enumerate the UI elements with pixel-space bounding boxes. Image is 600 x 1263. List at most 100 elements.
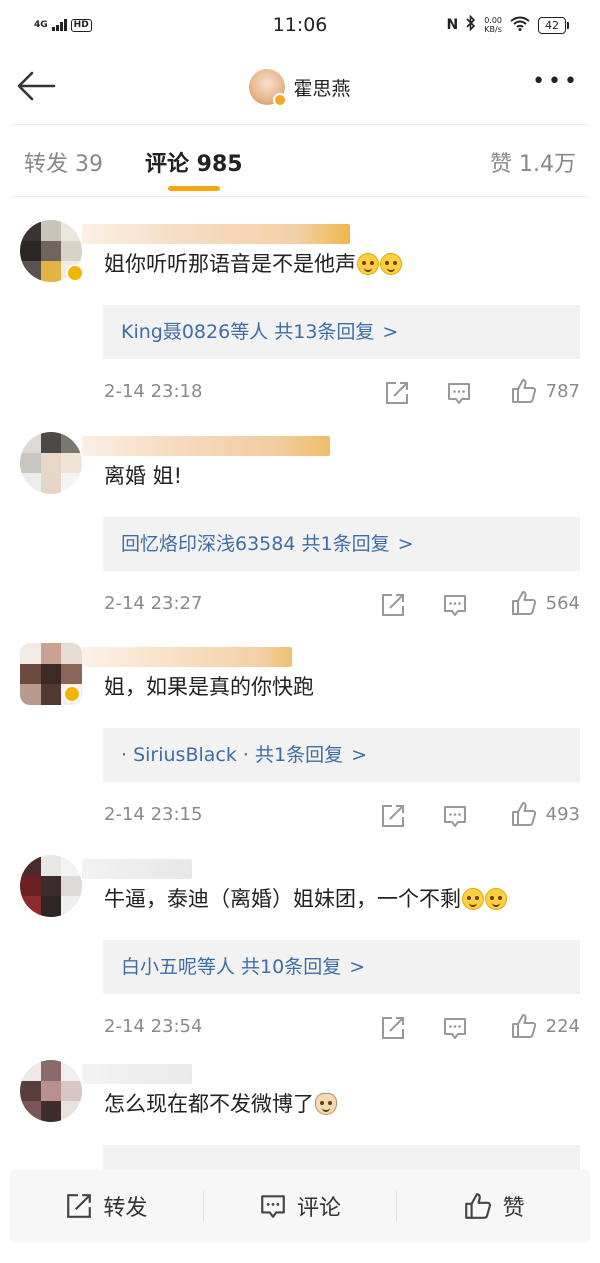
avatar[interactable] (20, 1060, 82, 1122)
reply-summary-text: King聂0826等人 共13条回复 (121, 321, 375, 343)
like-count: 493 (545, 803, 580, 825)
like-button[interactable]: 564 (510, 589, 580, 617)
reply-summary-text: 白小五呢等人 共10条回复 (121, 956, 342, 978)
like-button[interactable]: 787 (510, 377, 580, 405)
username-blurred[interactable] (82, 224, 350, 244)
avatar[interactable] (20, 855, 82, 917)
header-user[interactable]: 霍思燕 (249, 69, 351, 107)
repost-icon[interactable] (384, 380, 410, 406)
wifi-icon (510, 16, 530, 35)
bluetooth-icon (466, 14, 476, 35)
thumbs-up-icon (511, 379, 536, 403)
more-options-button[interactable]: ••• (532, 71, 580, 93)
repost-icon[interactable] (380, 592, 406, 618)
like-button[interactable]: 224 (510, 1012, 580, 1040)
page-header: 霍思燕 ••• (0, 50, 600, 124)
comment-time: 2-14 23:54 (104, 1016, 203, 1037)
repost-icon[interactable] (380, 803, 406, 829)
repost-icon (67, 1194, 92, 1218)
verified-badge-icon (273, 93, 288, 107)
comment-button[interactable]: 评论 (204, 1190, 397, 1222)
like-count: 224 (545, 1015, 580, 1037)
dizzy-face-emoji (357, 253, 379, 275)
header-title: 霍思燕 (293, 77, 351, 100)
like-label: 赞 (502, 1196, 525, 1221)
status-right: N 0.00 KB/s 42 (366, 14, 569, 35)
chevron-right-icon: > (382, 321, 399, 343)
signal-icon (51, 19, 67, 31)
chevron-right-icon: > (349, 956, 366, 978)
repost-label: 转发 (103, 1196, 148, 1221)
battery-indicator: 42 (538, 16, 569, 34)
verified-badge-icon (63, 685, 81, 703)
header-avatar[interactable] (249, 69, 288, 107)
active-tab-indicator (168, 186, 220, 191)
like-post-button[interactable]: 赞 (397, 1190, 590, 1222)
reply-summary[interactable]: 回忆烙印深浅63584 共1条回复 > (103, 517, 580, 571)
comment-icon[interactable] (442, 592, 468, 618)
header-divider (12, 124, 588, 125)
thumbs-up-icon (511, 1014, 536, 1038)
comment-body: 姐你听听那语音是不是他声 (104, 252, 356, 276)
comment-meta: 2-14 23:18 787 (104, 375, 580, 411)
cat-face-emoji (315, 1093, 337, 1115)
comment-meta: 2-14 23:27 564 (104, 587, 580, 623)
avatar-image (20, 855, 82, 917)
network-speed: 0.00 KB/s (484, 16, 502, 34)
avatar[interactable] (20, 432, 82, 494)
status-left: 4G HD (34, 18, 234, 32)
dizzy-face-emoji (380, 253, 402, 275)
speed-value: 0.00 (484, 16, 502, 25)
tab-comments[interactable]: 评论 985 (145, 146, 243, 178)
comment-time: 2-14 23:27 (104, 593, 203, 614)
username-blurred[interactable] (82, 1064, 192, 1084)
comment-icon[interactable] (442, 1015, 468, 1041)
avatar-image (20, 432, 82, 494)
tab-likes[interactable]: 赞 1.4万 (490, 146, 576, 178)
repost-icon[interactable] (380, 1015, 406, 1041)
chevron-right-icon: > (351, 744, 367, 766)
reply-summary[interactable]: · SiriusBlack · 共1条回复 > (103, 728, 580, 782)
comment-meta: 2-14 23:15 493 (104, 798, 580, 834)
reply-summary-text: · SiriusBlack · 共1条回复 (121, 744, 344, 766)
comment-meta: 2-14 23:54 224 (104, 1010, 580, 1046)
like-count: 564 (545, 592, 580, 614)
comment-time: 2-14 23:18 (104, 381, 203, 402)
comment-label: 评论 (297, 1196, 342, 1221)
comment-text: 姐你听听那语音是不是他声 (104, 248, 402, 278)
speed-unit: KB/s (484, 25, 502, 34)
comment-text: 怎么现在都不发微博了 (104, 1088, 337, 1118)
reply-summary[interactable]: 白小五呢等人 共10条回复 > (103, 940, 580, 994)
hd-badge: HD (70, 18, 92, 32)
reply-summary[interactable]: King聂0826等人 共13条回复 > (103, 305, 580, 359)
sweat-smile-emoji (485, 888, 507, 910)
tab-reposts[interactable]: 转发 39 (24, 146, 103, 178)
comment-icon[interactable] (446, 380, 472, 406)
tabs-divider (12, 196, 588, 197)
tab-bar: 转发 39 评论 985 赞 1.4万 (0, 126, 600, 196)
comment-icon[interactable] (442, 803, 468, 829)
repost-button[interactable]: 转发 (10, 1190, 203, 1222)
thumbs-up-icon (464, 1193, 491, 1219)
reply-summary-text: 回忆烙印深浅63584 共1条回复 (121, 533, 390, 555)
back-button[interactable] (16, 68, 56, 104)
comment-time: 2-14 23:15 (104, 804, 203, 825)
comment-body: 姐，如果是真的你快跑 (104, 675, 314, 699)
comment-text: 牛逼，泰迪（离婚）姐妹团，一个不剩 (104, 883, 507, 913)
username-blurred[interactable] (82, 859, 192, 879)
back-arrow-icon (17, 71, 56, 101)
network-type: 4G (34, 19, 48, 30)
sweat-smile-emoji (462, 888, 484, 910)
thumbs-up-icon (511, 591, 536, 615)
like-count: 787 (545, 380, 580, 402)
thumbs-up-icon (511, 802, 536, 826)
verified-badge-icon (66, 264, 84, 282)
bottom-action-bar: 转发 评论 赞 (10, 1170, 590, 1242)
comment-text: 离婚 姐! (104, 460, 182, 490)
username-blurred[interactable] (82, 436, 330, 456)
username-blurred[interactable] (82, 647, 292, 667)
like-button[interactable]: 493 (510, 800, 580, 828)
comment-body: 牛逼，泰迪（离婚）姐妹团，一个不剩 (104, 887, 461, 911)
comment-body: 离婚 姐! (104, 464, 183, 488)
avatar-image (20, 1060, 82, 1122)
